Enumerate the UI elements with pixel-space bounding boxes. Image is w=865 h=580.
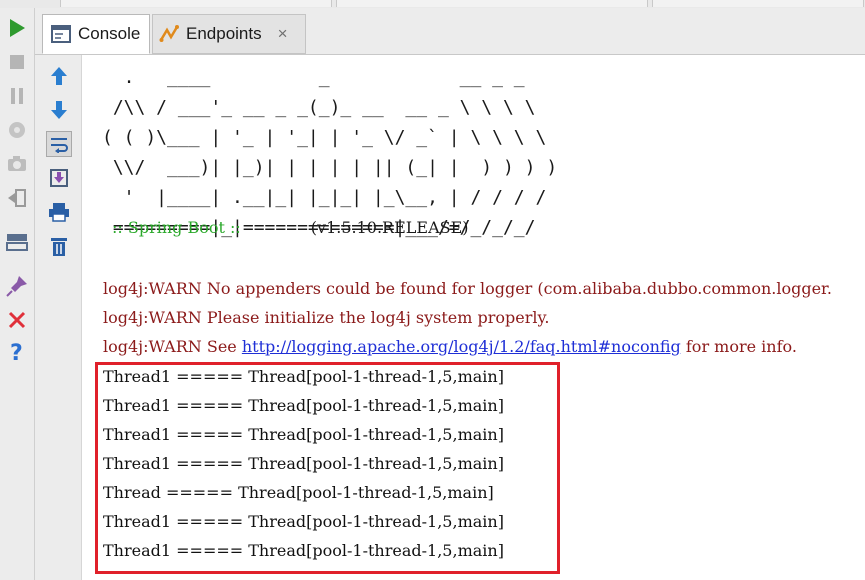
log-line: log4j:WARN No appenders could be found f… (103, 279, 833, 298)
endpoints-icon (159, 24, 179, 44)
console-output[interactable]: . ____ _ __ _ _ /\\ / ___'_ __ _ _(_)_ _… (82, 55, 865, 580)
svg-text:?: ? (10, 341, 23, 364)
tab-endpoints[interactable]: Endpoints × (152, 14, 306, 54)
log-see-suffix: for more info. (680, 337, 797, 356)
editor-tab[interactable] (60, 0, 332, 7)
scroll-to-end-icon[interactable] (46, 165, 72, 191)
down-arrow-icon[interactable] (46, 97, 72, 123)
ide-run-window: ? Console Endpoints × . ____ _ __ _ _ /\… (0, 0, 865, 580)
spring-boot-version: (v1.5.10.RELEASE) (310, 218, 469, 237)
spring-boot-label: :: Spring Boot :: (112, 218, 241, 237)
camera-icon[interactable] (5, 152, 29, 176)
layout-icon[interactable] (5, 230, 29, 254)
up-arrow-icon[interactable] (46, 63, 72, 89)
tab-endpoints-label: Endpoints (186, 24, 262, 43)
editor-tab[interactable] (336, 0, 648, 7)
tool-window-tabs: Console Endpoints × (35, 8, 865, 55)
editor-tab[interactable] (652, 0, 864, 7)
console-icon (51, 25, 71, 43)
tab-console-label: Console (78, 24, 141, 43)
spring-boot-line: :: Spring Boot :: (v1.5.10.RELEASE) (112, 218, 469, 237)
clear-all-icon[interactable] (46, 233, 72, 259)
run-toolbar: ? (0, 8, 35, 580)
dump-threads-icon[interactable] (5, 118, 29, 142)
log-see-prefix: log4j:WARN See (103, 337, 242, 356)
log-line: log4j:WARN Please initialize the log4j s… (103, 308, 550, 327)
close-icon[interactable] (5, 308, 29, 332)
help-icon[interactable]: ? (5, 340, 29, 364)
faq-link[interactable]: http://logging.apache.org/log4j/1.2/faq.… (242, 337, 681, 356)
console-toolbar (35, 55, 82, 580)
spring-banner: . ____ _ __ _ _ /\\ / ___'_ __ _ _(_)_ _… (102, 67, 558, 238)
log-line: log4j:WARN See http://logging.apache.org… (103, 337, 797, 356)
stop-icon[interactable] (5, 50, 29, 74)
exit-icon[interactable] (5, 186, 29, 210)
tab-console[interactable]: Console (42, 14, 150, 54)
pause-icon[interactable] (5, 84, 29, 108)
print-icon[interactable] (46, 199, 72, 225)
highlight-box (95, 362, 560, 574)
soft-wrap-icon[interactable] (46, 131, 72, 157)
run-icon[interactable] (5, 16, 29, 40)
tab-close-icon[interactable]: × (278, 24, 288, 44)
pin-icon[interactable] (5, 274, 29, 298)
